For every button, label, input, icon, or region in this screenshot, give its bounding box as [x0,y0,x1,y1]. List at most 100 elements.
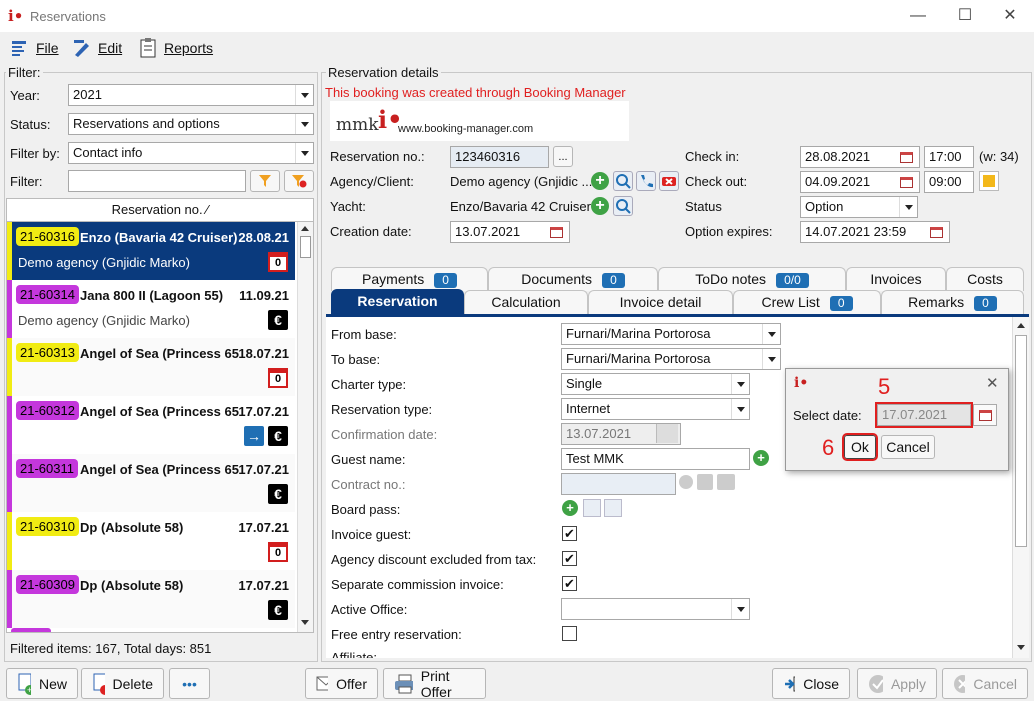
list-item[interactable]: 21-60311 Angel of Sea (Princess 65 17.07… [7,454,295,512]
minimize-icon[interactable]: — [898,4,938,28]
list-item[interactable]: 21-60316 Enzo (Bavaria 42 Cruiser) 28.08… [7,222,295,280]
to-base-select[interactable]: Furnari/Marina Portorosa [561,348,781,370]
maximize-icon[interactable]: ☐ [945,4,985,28]
scroll-up-icon[interactable] [1017,323,1025,328]
search-board-pass-icon[interactable] [583,499,601,517]
tab-documents-label: Documents [521,271,593,287]
dialog-cancel-button[interactable]: Cancel [881,435,935,459]
panel-scrollbar[interactable] [1012,317,1029,658]
scroll-down-icon[interactable] [301,620,309,625]
tab-remarks[interactable]: Remarks 0 [881,290,1024,314]
more-button[interactable]: ••• [169,668,210,699]
yacht-label: Yacht: [330,199,366,214]
dialog-close-icon[interactable]: ✕ [986,374,999,392]
guest-name-field[interactable]: Test MMK [561,448,750,470]
active-office-select[interactable] [561,598,750,620]
close-window-icon[interactable]: ✕ [990,4,1030,28]
reservation-date: 28.08.21 [238,230,289,245]
new-button[interactable]: + New [6,668,78,699]
list-item[interactable]: 21-60313 Angel of Sea (Princess 65 18.07… [7,338,295,396]
payments-badge: 0 [434,272,457,288]
tab-costs[interactable]: Costs [946,267,1024,291]
arrow-right-icon: → [244,426,264,446]
checkin-time-field[interactable]: 17:00 [924,146,974,168]
list-item[interactable]: 21-60312 Angel of Sea (Princess 65 17.07… [7,396,295,454]
chevron-down-icon [762,324,780,344]
year-select[interactable]: 2021 [68,84,314,106]
reservation-number: 21-60314 [16,285,79,304]
free-entry-checkbox[interactable] [562,626,577,641]
list-item[interactable]: 21-60309 Dp (Absolute 58) 17.07.21 € [7,570,295,628]
status-select[interactable]: Reservations and options [68,113,314,135]
reservation-date: 17.07.21 [238,578,289,593]
remove-agency-icon[interactable] [659,171,679,191]
calendar-icon[interactable] [973,404,997,426]
search-agency-icon[interactable] [613,171,633,191]
checkout-time-field[interactable]: 09:00 [924,171,974,193]
filter-input[interactable] [68,170,246,192]
close-button[interactable]: Close [772,668,850,699]
ok-button[interactable]: Ok [842,433,878,461]
tab-payments[interactable]: Payments 0 [331,267,488,291]
calendar-icon[interactable] [925,222,947,242]
checkout-label: Check out: [685,174,748,189]
scroll-up-icon[interactable] [301,226,309,231]
select-date-label: Select date: [793,408,862,423]
filter-text-label: Filter: [10,174,43,189]
from-base-select[interactable]: Furnari/Marina Portorosa [561,323,781,345]
list-scrollbar[interactable] [297,222,313,632]
resno-browse-button[interactable]: ... [553,146,573,167]
tab-invoice-detail[interactable]: Invoice detail [588,290,733,314]
remove-board-pass-icon[interactable] [604,499,622,517]
tab-invoice-detail-label: Invoice detail [619,294,702,310]
menu-reports[interactable]: Reports [138,38,213,58]
scroll-down-icon[interactable] [1017,645,1025,650]
chevron-down-icon [731,399,749,419]
charter-type-select[interactable]: Single [561,373,750,395]
contract-doc-icon [697,474,713,490]
offer-button[interactable]: Offer [305,668,378,699]
note-icon[interactable] [979,171,999,191]
creation-date-value: 13.07.2021 [455,224,521,239]
calendar-icon[interactable] [545,222,567,242]
tab-reservation[interactable]: Reservation [331,289,464,315]
clear-filter-button[interactable] [284,170,314,192]
contract-no-field [561,473,676,495]
tab-invoices[interactable]: Invoices [846,267,946,291]
calendar-icon[interactable] [895,172,917,192]
scroll-thumb[interactable] [1015,335,1027,547]
list-item[interactable]: 21-60314 Jana 800 II (Lagoon 55) 11.09.2… [7,280,295,338]
invoice-guest-checkbox[interactable]: ✔ [562,526,577,541]
tab-calculation[interactable]: Calculation [464,290,588,314]
cancel-button[interactable]: Cancel [942,668,1028,699]
menu-file[interactable]: File [10,38,59,58]
tab-todo[interactable]: ToDo notes 0/0 [658,267,846,291]
status-detail-select[interactable]: Option [800,196,918,218]
menu-edit[interactable]: Edit [72,38,122,58]
print-offer-button[interactable]: Print Offer [383,668,486,700]
delete-button[interactable]: Delete [81,668,164,699]
add-guest-icon[interactable]: + [753,450,769,466]
agency-discount-checkbox[interactable]: ✔ [562,551,577,566]
add-board-pass-icon[interactable]: + [562,500,578,516]
apply-filter-button[interactable] [250,170,280,192]
calendar-icon[interactable] [895,147,917,167]
tab-remarks-label: Remarks [908,294,965,310]
contract-print-icon [717,474,735,490]
tab-documents[interactable]: Documents 0 [488,267,658,291]
tab-crew-list[interactable]: Crew List 0 [733,290,881,314]
apply-button[interactable]: Apply [857,668,937,699]
list-item[interactable]: 21-60310 Dp (Absolute 58) 17.07.21 0 [7,512,295,570]
phone-icon[interactable] [636,171,656,191]
euro-icon: € [268,600,288,620]
add-yacht-icon[interactable]: + [591,197,609,215]
list-header[interactable]: Reservation no. ⁄ [6,198,314,222]
add-agency-icon[interactable]: + [591,172,609,190]
filterby-select[interactable]: Contact info [68,142,314,164]
select-date-field[interactable]: 17.07.2021 [875,402,973,428]
search-yacht-icon[interactable] [613,196,633,216]
window-title: Reservations [30,9,106,24]
reservation-type-select[interactable]: Internet [561,398,750,420]
scroll-thumb[interactable] [300,236,311,258]
separate-commission-checkbox[interactable]: ✔ [562,576,577,591]
